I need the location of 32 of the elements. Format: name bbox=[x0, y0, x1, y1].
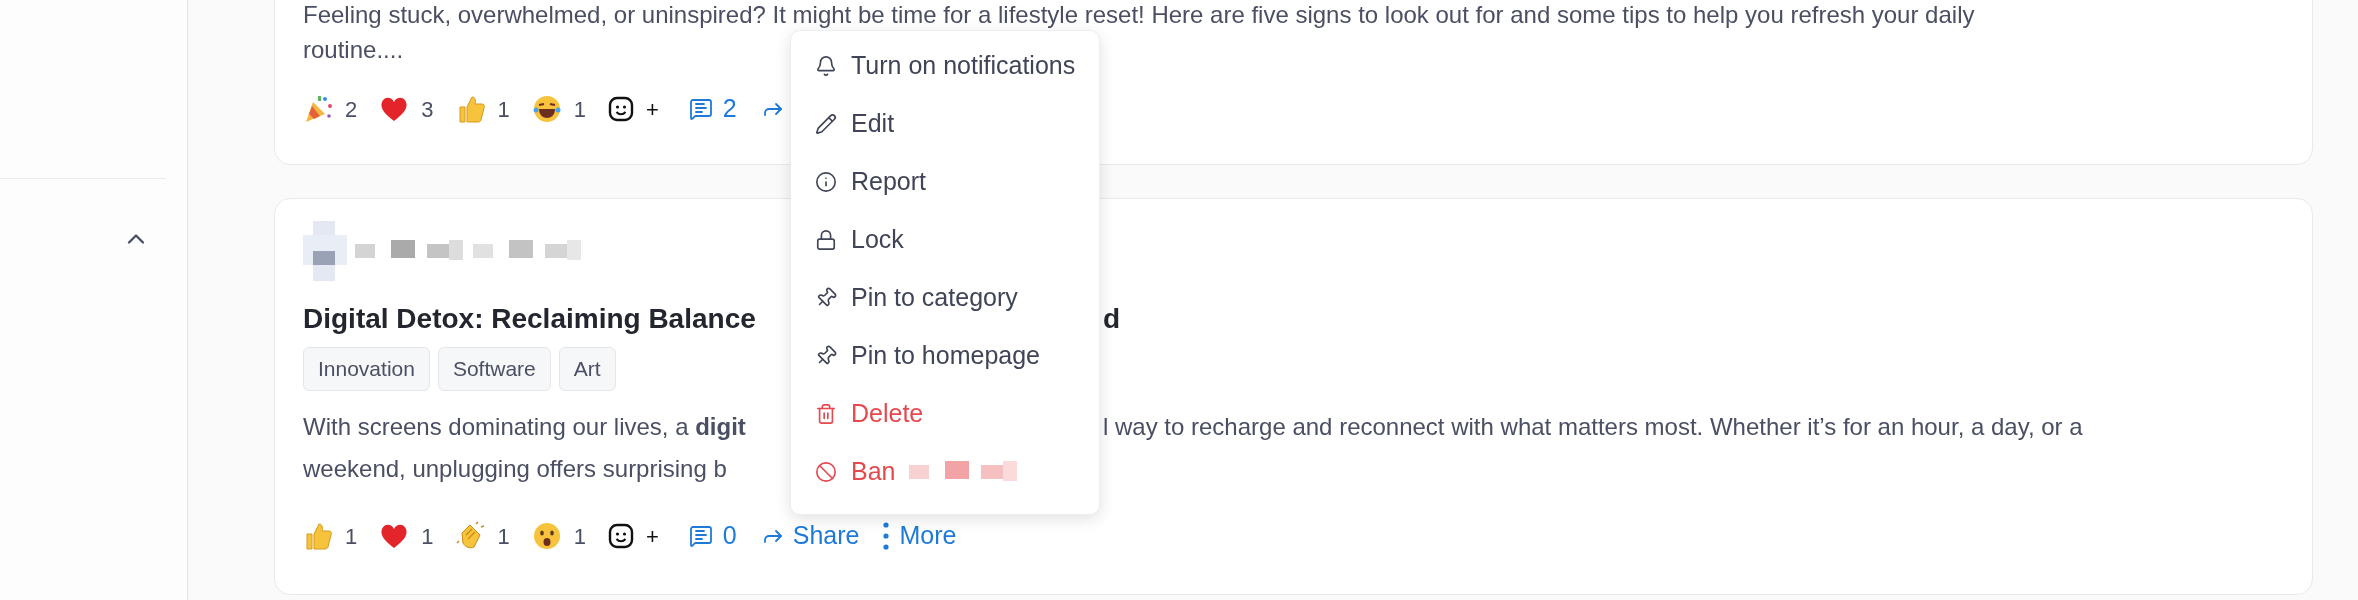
tag[interactable]: Innovation bbox=[303, 347, 430, 391]
menu-item[interactable]: Lock bbox=[803, 211, 1087, 269]
post-title[interactable]: Digital Detox: Reclaiming Balance bbox=[303, 298, 790, 340]
reaction-button[interactable]: 1 bbox=[531, 519, 586, 553]
comments-button[interactable]: 0 bbox=[688, 517, 737, 555]
post-excerpt: l way to recharge and reconnect with what matters most. Whether it’s for an hour, a day, or a bbox=[1103, 412, 2083, 442]
reaction-button[interactable]: 1 bbox=[531, 92, 586, 126]
reaction-button[interactable]: 1 bbox=[303, 519, 358, 553]
tag[interactable]: Software bbox=[437, 347, 551, 391]
post-excerpt: weekend, unplugging offers surprising b bbox=[303, 454, 728, 484]
reaction-button[interactable]: 3 bbox=[379, 92, 434, 126]
reaction-button[interactable]: 1 bbox=[455, 92, 510, 126]
post-excerpt: Feeling stuck, overwhelmed, or uninspired? It might be time for a lifestyle reset! Here are five signs to look out for and some tips to help you refresh your daily bbox=[303, 1, 1975, 29]
post-excerpt: routine.... bbox=[303, 35, 404, 65]
post-title[interactable]: d bbox=[1103, 298, 1121, 340]
post-excerpt: With screens dominating our lives, a digit bbox=[303, 412, 747, 442]
menu-item[interactable]: Ban bbox=[803, 443, 1087, 501]
menu-item[interactable]: Pin to category bbox=[803, 269, 1087, 327]
menu-item[interactable]: Pin to homepage bbox=[803, 327, 1087, 385]
menu-item[interactable]: Turn on notifications bbox=[803, 37, 1087, 95]
menu-item[interactable]: Edit bbox=[803, 95, 1087, 153]
share-button[interactable]: Share bbox=[760, 517, 860, 555]
more-button[interactable]: More bbox=[883, 517, 957, 555]
menu-item[interactable]: Report bbox=[803, 153, 1087, 211]
tag[interactable]: Art bbox=[558, 347, 616, 391]
menu-item[interactable]: Delete bbox=[803, 385, 1087, 443]
reaction-button[interactable]: 1 bbox=[379, 519, 434, 553]
reaction-button[interactable]: 1 bbox=[455, 519, 510, 553]
reaction-button[interactable]: 2 bbox=[303, 92, 358, 126]
comments-button[interactable]: 2 bbox=[688, 90, 737, 128]
add-reaction-button[interactable]: + bbox=[608, 519, 659, 553]
add-reaction-button[interactable]: + bbox=[608, 92, 659, 126]
